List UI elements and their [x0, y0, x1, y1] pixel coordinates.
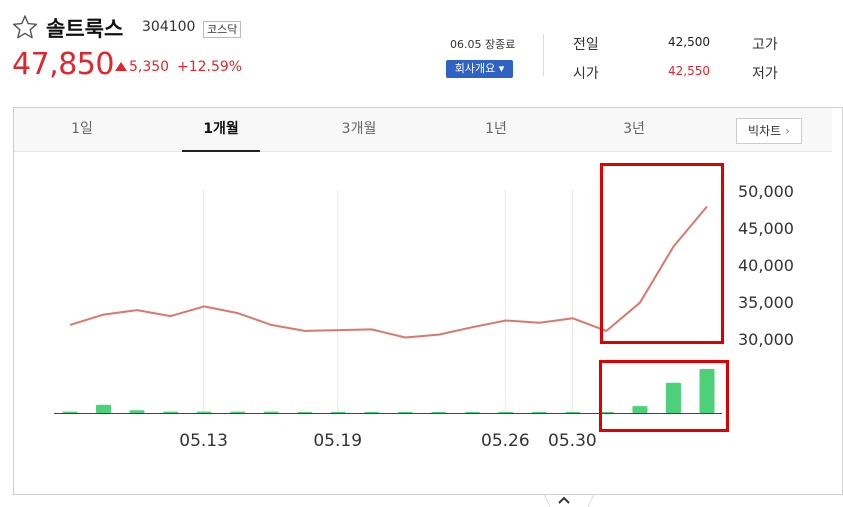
tab-3month[interactable]: 3개월: [329, 108, 389, 151]
low-label: 저가: [752, 66, 778, 82]
open-value: 42,550: [668, 64, 710, 78]
chevron-right-icon: ›: [785, 124, 790, 138]
prev-close-value: 42,500: [668, 35, 710, 49]
divider: [543, 34, 544, 76]
up-triangle-icon: [115, 62, 127, 71]
stock-header: 솔트룩스 304100 코스닥 47,850 5,350 +12.59% 06.…: [0, 0, 843, 100]
big-chart-label: 빅차트: [748, 124, 782, 138]
prev-close-label: 전일: [573, 37, 599, 53]
collapse-toggle[interactable]: [544, 492, 594, 507]
high-label: 고가: [752, 37, 778, 53]
tab-3year[interactable]: 3년: [604, 108, 664, 151]
price-change-percent: +12.59%: [177, 59, 243, 75]
period-tabs: 1일 1개월 3개월 1년 3년 빅차트 ›: [14, 108, 832, 152]
stock-name: 솔트룩스: [46, 17, 124, 41]
stock-code: 304100: [142, 19, 196, 35]
tab-1month[interactable]: 1개월: [182, 108, 260, 152]
company-overview-button[interactable]: 회사개요 ▾: [446, 60, 513, 78]
chevron-up-icon: [558, 496, 570, 504]
price-change: 5,350: [129, 59, 170, 75]
tab-1day[interactable]: 1일: [52, 108, 112, 151]
market-badge: 코스닥: [203, 21, 242, 38]
market-status: 06.05 장종료: [450, 38, 516, 51]
favorite-star-icon[interactable]: [12, 14, 38, 40]
tab-1year[interactable]: 1년: [466, 108, 526, 151]
open-label: 시가: [573, 66, 599, 82]
big-chart-button[interactable]: 빅차트 ›: [736, 118, 802, 144]
current-price: 47,850: [12, 47, 114, 82]
chart-panel: 1일 1개월 3개월 1년 3년 빅차트 ›: [13, 107, 843, 495]
